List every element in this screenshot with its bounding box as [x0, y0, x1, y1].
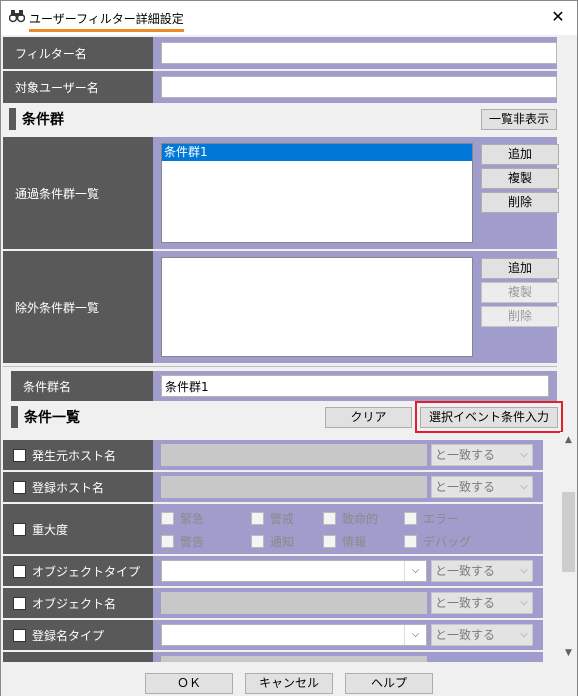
object-type-combo[interactable]: ⌵: [161, 560, 427, 582]
severity-option: 緊急: [161, 510, 204, 527]
condition-checkbox[interactable]: [13, 564, 26, 578]
match-select: と一致する ⌵: [431, 444, 533, 466]
match-select: と一致する ⌵: [431, 592, 533, 614]
condition-label: 登録ホスト名: [32, 480, 105, 495]
condition-label: 登録名タイプ: [32, 628, 105, 643]
chevron-down-icon: ⌵: [520, 565, 528, 576]
conditions-header: 条件一覧: [11, 406, 80, 428]
dialog-window: ユーザーフィルター詳細設定 ✕ フィルター名 対象ユーザー名 条件群 一覧非表示…: [0, 0, 578, 696]
severity-option: 致命的: [323, 510, 378, 527]
condition-row-partial: [3, 652, 543, 662]
severity-option: デバッグ: [404, 533, 471, 550]
condition-checkbox[interactable]: [13, 448, 26, 462]
condition-groups-title: 条件群: [22, 112, 64, 128]
condition-label: オブジェクト名: [32, 596, 117, 611]
chevron-down-icon: ⌵: [520, 449, 528, 460]
vertical-scrollbar[interactable]: ▲ ▼: [560, 432, 577, 662]
target-user-label: 対象ユーザー名: [3, 71, 153, 103]
host-input-disabled: [161, 476, 427, 498]
pass-groups-list[interactable]: 条件群1: [161, 143, 473, 243]
scroll-up-icon[interactable]: ▲: [560, 432, 577, 449]
footer: ＯＫ キャンセル ヘルプ: [1, 665, 577, 696]
group-name-label: 条件群名: [11, 371, 153, 401]
condition-label: 重大度: [32, 522, 69, 537]
scroll-down-icon[interactable]: ▼: [560, 645, 577, 662]
condition-checkbox[interactable]: [13, 596, 26, 610]
condition-checkbox[interactable]: [13, 480, 26, 494]
condition-row: オブジェクトタイプ ⌵ と一致する ⌵: [3, 556, 543, 586]
binoculars-icon: [9, 10, 25, 23]
severity-option: 通知: [251, 533, 294, 550]
severity-option: 警戒: [251, 510, 294, 527]
ok-button[interactable]: ＯＫ: [145, 673, 233, 694]
highlight-frame: [415, 401, 563, 433]
chevron-down-icon: ⌵: [520, 629, 528, 640]
condition-row: 登録ホスト名 と一致する ⌵: [3, 472, 543, 502]
target-user-row: 対象ユーザー名: [3, 71, 557, 103]
chevron-down-icon[interactable]: ⌵: [404, 561, 426, 581]
filter-name-row: フィルター名: [3, 37, 557, 69]
exclude-groups-row: 除外条件群一覧 追加 複製 削除: [3, 251, 559, 363]
group-name-row: 条件群名: [11, 371, 557, 401]
cancel-button[interactable]: キャンセル: [245, 673, 333, 694]
condition-groups-header: 条件群: [9, 108, 64, 130]
group-name-input[interactable]: [161, 375, 549, 397]
match-select: と一致する ⌵: [431, 476, 533, 498]
target-user-input[interactable]: [161, 76, 557, 98]
pass-groups-label: 通過条件群一覧: [3, 137, 153, 249]
conditions-scroll-area[interactable]: 発生元ホスト名 と一致する ⌵ 登録ホスト名 と一致する ⌵ 重大度 緊急 警戒…: [3, 432, 560, 662]
condition-label: オブジェクトタイプ: [32, 564, 141, 579]
chevron-down-icon: ⌵: [520, 481, 528, 492]
registered-name-type-combo[interactable]: ⌵: [161, 624, 427, 646]
severity-option: エラー: [404, 510, 459, 527]
exclude-groups-list[interactable]: [161, 257, 473, 357]
exclude-add-button[interactable]: 追加: [481, 258, 559, 279]
toggle-list-button[interactable]: 一覧非表示: [481, 109, 557, 130]
condition-row: オブジェクト名 と一致する ⌵: [3, 588, 543, 618]
close-icon[interactable]: ✕: [547, 7, 569, 27]
exclude-delete-button: 削除: [481, 306, 559, 327]
condition-label: 発生元ホスト名: [32, 448, 117, 463]
condition-row-severity: 重大度 緊急 警戒 致命的 エラー 警告 通知 情報 デバッグ: [3, 504, 543, 554]
severity-option: 情報: [323, 533, 366, 550]
pass-add-button[interactable]: 追加: [481, 144, 559, 165]
pass-delete-button[interactable]: 削除: [481, 192, 559, 213]
filter-name-input[interactable]: [161, 42, 557, 64]
condition-row: 登録名タイプ ⌵ と一致する ⌵: [3, 620, 543, 650]
exclude-groups-label: 除外条件群一覧: [3, 251, 153, 363]
conditions-title: 条件一覧: [24, 410, 80, 426]
condition-checkbox[interactable]: [13, 628, 26, 642]
pass-copy-button[interactable]: 複製: [481, 168, 559, 189]
object-name-input-disabled: [161, 592, 427, 614]
divider: [3, 366, 557, 367]
window-title: ユーザーフィルター詳細設定: [29, 10, 184, 32]
pass-groups-row: 通過条件群一覧 条件群1 追加 複製 削除: [3, 137, 559, 249]
host-input-disabled: [161, 444, 427, 466]
match-select: と一致する ⌵: [431, 560, 533, 582]
help-button[interactable]: ヘルプ: [345, 673, 433, 694]
title-bar: ユーザーフィルター詳細設定 ✕: [1, 1, 577, 35]
chevron-down-icon[interactable]: ⌵: [404, 625, 426, 645]
list-item[interactable]: 条件群1: [162, 144, 472, 161]
exclude-copy-button: 複製: [481, 282, 559, 303]
filter-name-label: フィルター名: [3, 37, 153, 69]
clear-button[interactable]: クリア: [325, 407, 412, 428]
condition-row: 発生元ホスト名 と一致する ⌵: [3, 440, 543, 470]
scroll-thumb[interactable]: [562, 492, 575, 572]
match-select: と一致する ⌵: [431, 624, 533, 646]
severity-option: 警告: [161, 533, 204, 550]
chevron-down-icon: ⌵: [520, 597, 528, 608]
condition-checkbox[interactable]: [13, 522, 26, 536]
